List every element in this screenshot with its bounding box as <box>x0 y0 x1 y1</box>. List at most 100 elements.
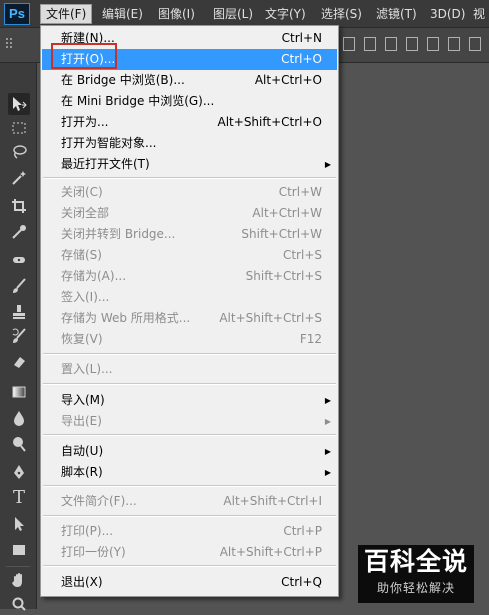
lasso-tool-icon[interactable] <box>8 141 30 163</box>
menu-item-shortcut: Ctrl+W <box>278 185 322 199</box>
menu-item-label: 自动(U) <box>61 444 104 458</box>
hand-tool-icon[interactable] <box>8 569 30 591</box>
eraser-tool-icon[interactable] <box>8 351 30 373</box>
crop-tool-icon[interactable] <box>8 195 30 217</box>
menu-item-shortcut: Ctrl+P <box>283 524 322 538</box>
menu-separator <box>43 177 336 179</box>
blur-tool-icon[interactable] <box>8 407 30 429</box>
gradient-tool-icon[interactable] <box>8 381 30 403</box>
watermark-subtitle: 助你轻松解决 <box>376 581 455 595</box>
menu-item-close-and-go-to-bridge[interactable]: 关闭并转到 Bridge... Shift+Ctrl+W <box>42 224 337 245</box>
menu-edit[interactable]: 编辑(E) <box>97 4 148 24</box>
zoom-tool-icon[interactable] <box>8 593 30 615</box>
menu-item-shortcut: Alt+Shift+Ctrl+I <box>223 494 322 508</box>
menu-type[interactable]: 文字(Y) <box>260 4 311 24</box>
menu-item-file-info[interactable]: 文件简介(F)... Alt+Shift+Ctrl+I <box>42 491 337 512</box>
tools-divider <box>6 566 30 567</box>
menu-item-shortcut: Alt+Shift+Ctrl+S <box>219 311 322 325</box>
menu-item-label: 最近打开文件(T) <box>61 157 150 171</box>
menu-item-label: 打开为... <box>61 115 109 129</box>
submenu-arrow-icon: ▶ <box>324 417 331 426</box>
menu-item-label: 签入(I)... <box>61 290 110 304</box>
menu-item-label: 导出(E) <box>61 414 102 428</box>
align-bottom-icon[interactable] <box>385 37 397 51</box>
menu-item-revert[interactable]: 恢复(V) F12 <box>42 329 337 350</box>
move-tool-icon[interactable] <box>8 93 30 115</box>
menu-item-open-as-smart-object[interactable]: 打开为智能对象... <box>42 133 337 154</box>
clone-stamp-tool-icon[interactable] <box>8 301 30 323</box>
menu-item-shortcut: Alt+Ctrl+O <box>254 73 322 87</box>
align-top-icon[interactable] <box>343 37 355 51</box>
menu-item-print[interactable]: 打印(P)... Ctrl+P <box>42 521 337 542</box>
menu-image[interactable]: 图像(I) <box>153 4 200 24</box>
align-hcenter-icon[interactable] <box>427 37 439 51</box>
eyedropper-tool-icon[interactable] <box>8 221 30 243</box>
menu-select[interactable]: 选择(S) <box>316 4 367 24</box>
menu-item-close-all[interactable]: 关闭全部 Alt+Ctrl+W <box>42 203 337 224</box>
menu-item-browse-in-mini-bridge[interactable]: 在 Mini Bridge 中浏览(G)... <box>42 91 337 112</box>
healing-brush-tool-icon[interactable] <box>8 249 30 271</box>
menu-item-label: 脚本(R) <box>61 465 103 479</box>
submenu-arrow-icon: ▶ <box>324 468 331 477</box>
menu-view[interactable]: 视 <box>468 4 489 24</box>
menu-file[interactable]: 文件(F) <box>40 4 93 24</box>
open-annotation-box <box>51 43 117 69</box>
menu-item-shortcut: Shift+Ctrl+S <box>245 269 322 283</box>
tools-panel: T <box>0 63 37 611</box>
menu-item-browse-in-bridge[interactable]: 在 Bridge 中浏览(B)... Alt+Ctrl+O <box>42 70 337 91</box>
menu-filter[interactable]: 滤镜(T) <box>371 4 422 24</box>
menu-item-label: 导入(M) <box>61 393 105 407</box>
options-bar-grip-icon[interactable] <box>4 34 26 56</box>
menu-item-label: 关闭全部 <box>61 206 110 220</box>
marquee-tool-icon[interactable] <box>8 117 30 139</box>
dodge-tool-icon[interactable] <box>8 433 30 455</box>
menu-item-place[interactable]: 置入(L)... <box>42 359 337 380</box>
path-selection-tool-icon[interactable] <box>8 513 30 535</box>
menu-item-import[interactable]: 导入(M) ▶ <box>42 390 337 411</box>
menu-item-label: 存储为 Web 所用格式... <box>61 311 191 325</box>
menu-separator <box>43 434 336 436</box>
menu-item-save-as[interactable]: 存储为(A)... Shift+Ctrl+S <box>42 266 337 287</box>
rectangle-tool-icon[interactable] <box>8 539 30 561</box>
brush-tool-icon[interactable] <box>8 275 30 297</box>
menu-3d[interactable]: 3D(D) <box>425 4 470 24</box>
align-vcenter-icon[interactable] <box>364 37 376 51</box>
watermark: 百科全说 助你轻松解决 <box>358 545 474 603</box>
menu-separator <box>43 353 336 355</box>
pen-tool-icon[interactable] <box>8 461 30 483</box>
menu-item-scripts[interactable]: 脚本(R) ▶ <box>42 462 337 483</box>
magic-wand-tool-icon[interactable] <box>8 167 30 189</box>
menu-item-label: 打印一份(Y) <box>61 545 126 559</box>
menu-item-label: 存储为(A)... <box>61 269 127 283</box>
history-brush-tool-icon[interactable] <box>8 325 30 347</box>
menu-item-label: 退出(X) <box>61 575 103 589</box>
align-right-icon[interactable] <box>448 37 460 51</box>
menu-item-close[interactable]: 关闭(C) Ctrl+W <box>42 182 337 203</box>
type-tool-icon[interactable]: T <box>8 487 30 509</box>
menu-item-recent-files[interactable]: 最近打开文件(T) ▶ <box>42 154 337 175</box>
submenu-arrow-icon: ▶ <box>324 396 331 405</box>
distribute-top-icon[interactable] <box>469 37 481 51</box>
menu-item-export[interactable]: 导出(E) ▶ <box>42 411 337 432</box>
menu-item-label: 恢复(V) <box>61 332 103 346</box>
menu-item-save[interactable]: 存储(S) Ctrl+S <box>42 245 337 266</box>
menu-item-shortcut: Shift+Ctrl+W <box>241 227 322 241</box>
menu-item-shortcut: Ctrl+N <box>281 31 322 45</box>
menu-separator <box>43 515 336 517</box>
menu-item-label: 关闭(C) <box>61 185 103 199</box>
menu-item-open-as[interactable]: 打开为... Alt+Shift+Ctrl+O <box>42 112 337 133</box>
align-left-icon[interactable] <box>406 37 418 51</box>
menu-item-save-for-web[interactable]: 存储为 Web 所用格式... Alt+Shift+Ctrl+S <box>42 308 337 329</box>
menu-item-print-one-copy[interactable]: 打印一份(Y) Alt+Shift+Ctrl+P <box>42 542 337 563</box>
menu-item-automate[interactable]: 自动(U) ▶ <box>42 441 337 462</box>
photoshop-logo-icon: Ps <box>4 3 30 25</box>
menu-item-label: 在 Mini Bridge 中浏览(G)... <box>61 94 215 108</box>
submenu-arrow-icon: ▶ <box>324 447 331 456</box>
menu-layer[interactable]: 图层(L) <box>208 4 258 24</box>
menu-item-shortcut: Alt+Shift+Ctrl+O <box>217 115 322 129</box>
watermark-title: 百科全说 <box>363 547 468 576</box>
menu-item-exit[interactable]: 退出(X) Ctrl+Q <box>42 572 337 593</box>
menu-separator <box>43 383 336 385</box>
menu-item-check-in[interactable]: 签入(I)... <box>42 287 337 308</box>
submenu-arrow-icon: ▶ <box>324 160 331 169</box>
